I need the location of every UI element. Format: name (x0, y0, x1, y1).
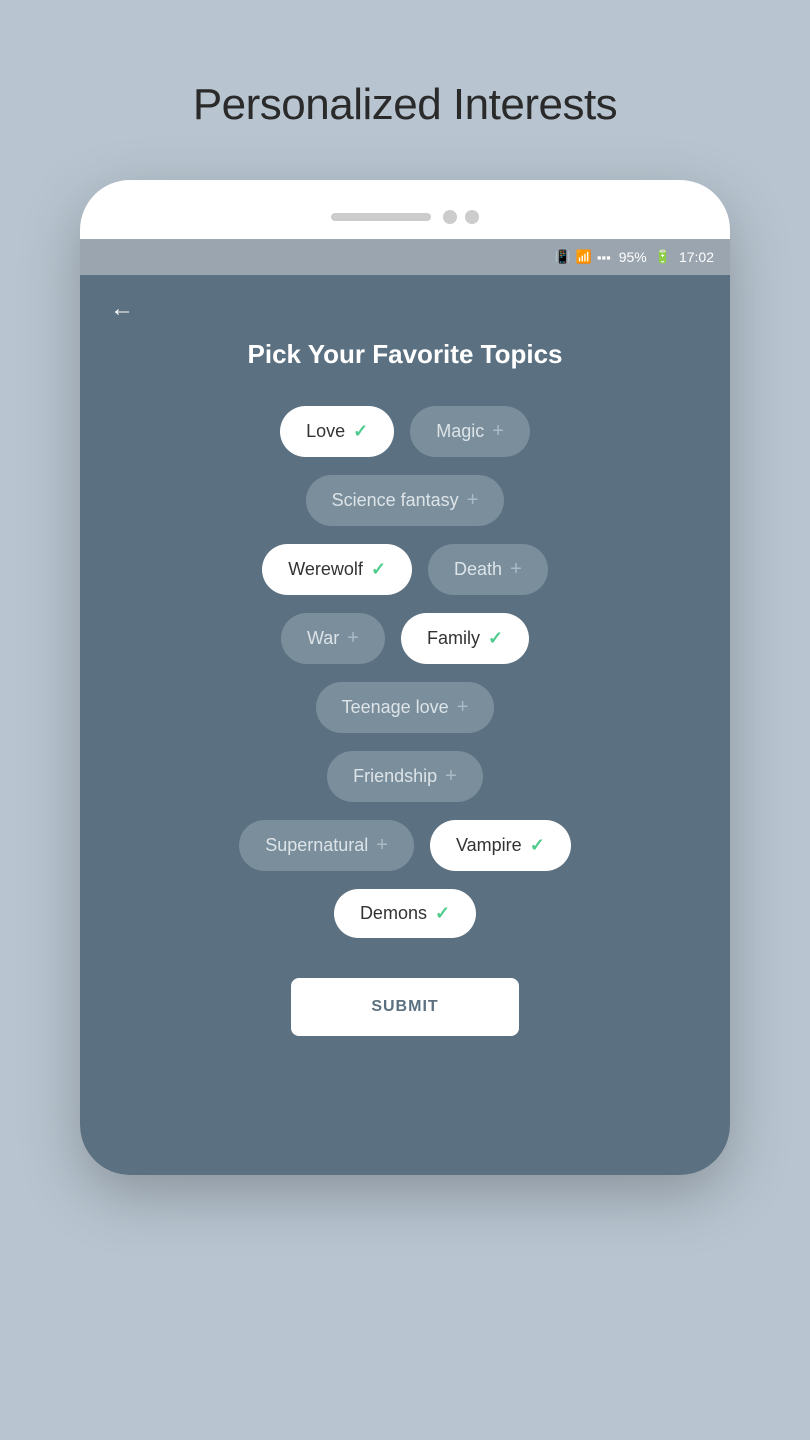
camera-group (443, 210, 479, 224)
topic-label-friendship: Friendship (353, 766, 437, 787)
topic-label-supernatural: Supernatural (265, 835, 368, 856)
plus-icon-war: + (347, 627, 359, 650)
plus-icon-supernatural: + (376, 834, 388, 857)
topics-row-8: Demons ✓ (334, 889, 476, 938)
topics-row-3: Werewolf ✓ Death + (262, 544, 548, 595)
topic-label-family: Family (427, 628, 480, 649)
page-title: Personalized Interests (193, 80, 617, 130)
check-icon-family: ✓ (488, 628, 503, 649)
topics-container: Love ✓ Magic + Science fantasy + Werewol… (110, 406, 700, 938)
topic-label-demons: Demons (360, 903, 427, 924)
back-button[interactable]: ← (110, 295, 134, 323)
topic-chip-magic[interactable]: Magic + (410, 406, 530, 457)
status-bar: 📳 📶 ▪▪▪ 95% 🔋 17:02 (80, 239, 730, 275)
check-icon-werewolf: ✓ (371, 559, 386, 580)
topic-chip-love[interactable]: Love ✓ (280, 406, 394, 457)
status-icons: 📳 📶 ▪▪▪ (555, 249, 611, 265)
signal-icon: ▪▪▪ (597, 250, 611, 265)
topic-chip-friendship[interactable]: Friendship + (327, 751, 483, 802)
topic-chip-war[interactable]: War + (281, 613, 385, 664)
topic-chip-science-fantasy[interactable]: Science fantasy + (306, 475, 505, 526)
topic-chip-vampire[interactable]: Vampire ✓ (430, 820, 571, 871)
app-content: ← Pick Your Favorite Topics Love ✓ Magic… (80, 275, 730, 1175)
plus-icon-teenage-love: + (457, 696, 469, 719)
submit-button[interactable]: SUBMIT (291, 978, 518, 1036)
topics-row-5: Teenage love + (316, 682, 495, 733)
topic-label-science-fantasy: Science fantasy (332, 490, 459, 511)
vibrate-icon: 📳 (555, 249, 571, 265)
topic-label-vampire: Vampire (456, 835, 522, 856)
topics-row-7: Supernatural + Vampire ✓ (239, 820, 571, 871)
topic-label-magic: Magic (436, 421, 484, 442)
submit-row: SUBMIT (110, 948, 700, 1036)
topic-label-love: Love (306, 421, 345, 442)
check-icon-love: ✓ (353, 421, 368, 442)
check-icon-vampire: ✓ (530, 835, 545, 856)
topic-label-werewolf: Werewolf (288, 559, 363, 580)
phone-frame: 📳 📶 ▪▪▪ 95% 🔋 17:02 ← Pick Your Favorite… (80, 180, 730, 1175)
plus-icon-science-fantasy: + (467, 489, 479, 512)
topics-row-4: War + Family ✓ (281, 613, 529, 664)
topic-chip-werewolf[interactable]: Werewolf ✓ (262, 544, 412, 595)
camera-dot-2 (465, 210, 479, 224)
speaker (331, 213, 431, 221)
topic-chip-teenage-love[interactable]: Teenage love + (316, 682, 495, 733)
check-icon-demons: ✓ (435, 903, 450, 924)
topic-label-teenage-love: Teenage love (342, 697, 449, 718)
topics-row-6: Friendship + (327, 751, 483, 802)
topic-label-war: War (307, 628, 339, 649)
time-display: 17:02 (679, 249, 714, 265)
topic-chip-death[interactable]: Death + (428, 544, 548, 595)
topic-chip-demons[interactable]: Demons ✓ (334, 889, 476, 938)
plus-icon-magic: + (492, 420, 504, 443)
topic-chip-supernatural[interactable]: Supernatural + (239, 820, 414, 871)
plus-icon-friendship: + (445, 765, 457, 788)
topics-row-1: Love ✓ Magic + (280, 406, 530, 457)
battery-level: 95% (619, 249, 647, 265)
plus-icon-death: + (510, 558, 522, 581)
screen-title: Pick Your Favorite Topics (110, 339, 700, 370)
phone-top-bar (80, 200, 730, 239)
topic-label-death: Death (454, 559, 502, 580)
camera-dot-1 (443, 210, 457, 224)
topic-chip-family[interactable]: Family ✓ (401, 613, 529, 664)
battery-icon: 🔋 (655, 249, 671, 265)
wifi-icon: 📶 (576, 249, 592, 265)
topics-row-2: Science fantasy + (306, 475, 505, 526)
